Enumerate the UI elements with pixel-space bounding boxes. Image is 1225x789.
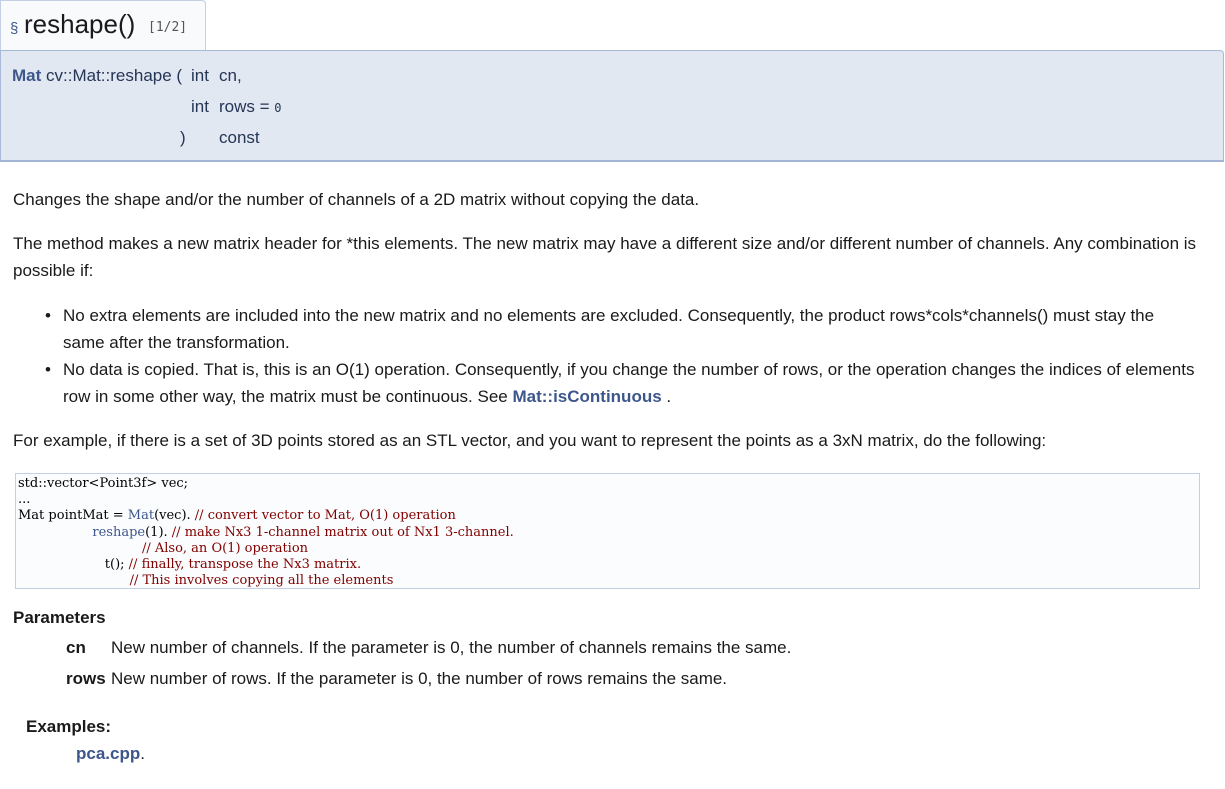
param-1-name: cn,	[219, 66, 242, 85]
brief-description: Changes the shape and/or the number of c…	[13, 190, 700, 209]
pca-example-link[interactable]: pca.cpp	[76, 744, 140, 763]
function-signature: cv::Mat::reshape (	[46, 66, 183, 85]
code-line: // Also, an O(1) operation	[18, 541, 1199, 557]
param-2: rows = 0	[219, 97, 282, 117]
bullet-icon: •	[45, 306, 51, 325]
list-item: • No extra elements are included into th…	[0, 302, 1200, 356]
conditions-list: • No extra elements are included into th…	[0, 302, 1200, 410]
code-comment: // convert vector to Mat, O(1) operation	[194, 508, 456, 524]
const-qualifier: const	[219, 128, 260, 147]
code-line: t(); // finally, transpose the Nx3 matri…	[18, 557, 1199, 573]
close-paren: )	[180, 128, 186, 147]
list-item: • No data is copied. That is, this is an…	[0, 356, 1200, 410]
param-name: cn	[66, 638, 86, 657]
param-1-type: int	[191, 66, 209, 85]
param-name: rows	[66, 669, 106, 688]
example-entry: pca.cpp.	[76, 744, 145, 764]
code-text: std::vector<Point3f> vec;	[18, 476, 189, 491]
example-suffix: .	[140, 744, 145, 763]
code-link-mat[interactable]: Mat	[128, 508, 154, 523]
code-line: std::vector<Point3f> vec;	[18, 476, 1199, 492]
example-intro: For example, if there is a set of 3D poi…	[13, 431, 1047, 450]
code-comment: // Also, an O(1) operation	[141, 540, 309, 556]
member-name: reshape()	[24, 9, 136, 39]
param-2-default: 0	[274, 101, 282, 115]
member-title-tab: § reshape() [1/2]	[0, 0, 206, 50]
code-fragment: std::vector<Point3f> vec; ... Mat pointM…	[15, 473, 1200, 589]
examples-heading: Examples:	[26, 717, 112, 736]
parameters-heading: Parameters	[13, 608, 106, 627]
param-description: New number of channels. If the parameter…	[111, 638, 792, 657]
param-description: New number of rows. If the parameter is …	[111, 669, 728, 688]
code-line: ...	[18, 492, 1199, 508]
list-item-text: No extra elements are included into the …	[63, 306, 1155, 352]
code-comment: // make Nx3 1-channel matrix out of Nx1 …	[171, 524, 514, 540]
return-type-link[interactable]: Mat	[12, 66, 41, 85]
code-line: Mat pointMat = Mat(vec). // convert vect…	[18, 508, 1199, 524]
bullet-icon: •	[45, 360, 51, 379]
code-text: t();	[104, 556, 129, 572]
function-prototype: Mat cv::Mat::reshape ( int cn, int rows …	[0, 50, 1224, 162]
code-comment: // This involves copying all the element…	[129, 573, 394, 589]
param-row-cn: cn New number of channels. If the paramet…	[66, 638, 791, 658]
code-text: (vec).	[154, 508, 195, 524]
section-anchor[interactable]: §	[10, 20, 18, 37]
prototype-head: Mat cv::Mat::reshape (	[12, 66, 182, 86]
code-text: Mat pointMat =	[18, 508, 128, 524]
is-continuous-link[interactable]: Mat::isContinuous	[512, 387, 661, 406]
param-2-type: int	[191, 97, 209, 116]
overload-indicator: [1/2]	[148, 20, 188, 35]
code-line: reshape(1). // make Nx3 1-channel matrix…	[18, 525, 1199, 541]
code-link-reshape[interactable]: reshape	[92, 525, 145, 540]
param-2-name: rows =	[219, 97, 270, 116]
code-comment: // finally, transpose the Nx3 matrix.	[128, 556, 362, 572]
code-text: (1).	[145, 524, 172, 540]
code-line: // This involves copying all the element…	[18, 573, 1199, 589]
code-text: ...	[18, 492, 31, 508]
param-row-rows: rows New number of rows. If the parameter…	[66, 669, 727, 689]
detailed-description: The method makes a new matrix header for…	[13, 234, 1197, 280]
list-item-suffix: .	[661, 387, 672, 406]
